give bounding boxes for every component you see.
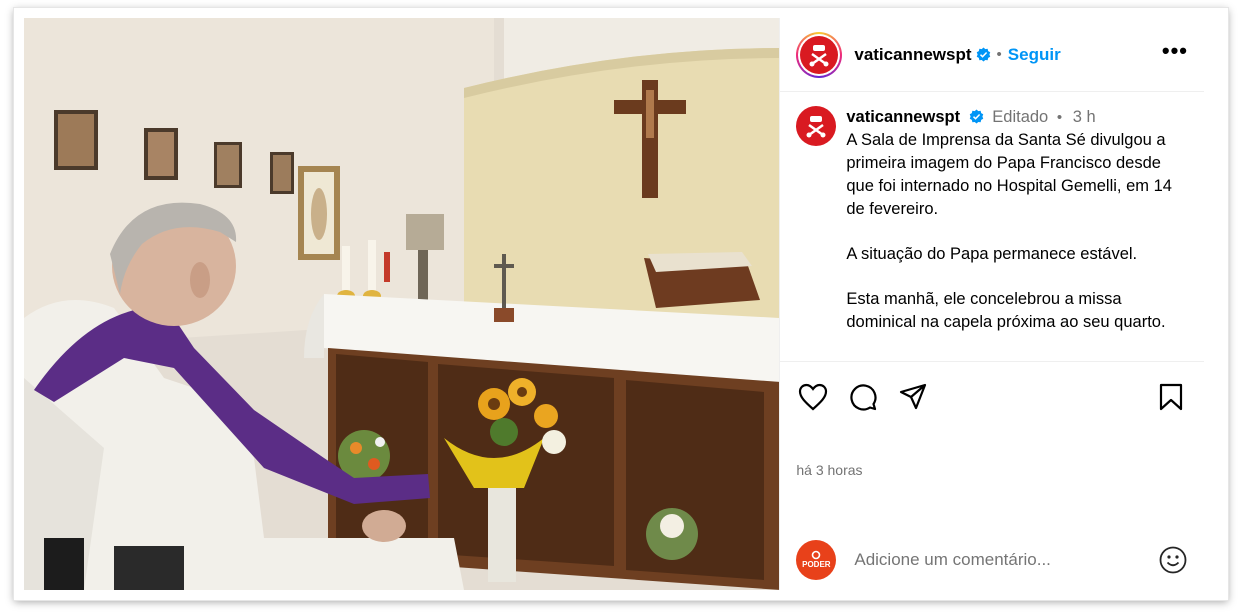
post-side-panel: vaticannewspt • Seguir ••• vaticannewspt…	[779, 18, 1204, 590]
poder-avatar[interactable]: PODER	[796, 539, 837, 580]
edited-label: Editado	[992, 108, 1049, 126]
vatican-news-logo	[800, 35, 839, 74]
smiley-icon[interactable]	[1158, 545, 1188, 575]
avatar-inner	[798, 33, 841, 76]
post-photo[interactable]	[24, 18, 780, 590]
follow-button[interactable]: Seguir	[1008, 45, 1061, 65]
caption-paragraph: Esta manhã, ele concelebrou a missa domi…	[846, 290, 1166, 331]
header-username[interactable]: vaticannewspt	[854, 45, 971, 65]
bookmark-icon[interactable]	[1154, 380, 1188, 414]
vatican-keys-icon	[809, 44, 829, 66]
post-header: vaticannewspt • Seguir •••	[780, 18, 1204, 92]
paper-plane-icon[interactable]	[896, 380, 930, 414]
caption-separator: •	[1056, 109, 1063, 126]
post-age[interactable]: 3 h	[1073, 108, 1096, 126]
caption-username[interactable]: vaticannewspt	[846, 108, 960, 126]
poder-avatar-text: PODER	[802, 560, 831, 569]
more-options-icon[interactable]: •••	[1162, 39, 1188, 64]
post-timestamp[interactable]: há 3 horas	[780, 462, 1204, 510]
comment-bubble-icon[interactable]	[846, 380, 880, 414]
chapel-photo-illustration	[24, 18, 780, 590]
screenshot-frame: vaticannewspt • Seguir ••• vaticannewspt…	[14, 8, 1228, 600]
poder-logo-icon	[812, 550, 821, 560]
caption-section: vaticannewspt Editado • 3 h A Sala de Im…	[780, 92, 1204, 362]
caption-body: vaticannewspt Editado • 3 h A Sala de Im…	[846, 106, 1188, 361]
comment-input[interactable]	[852, 548, 1158, 571]
story-ring-avatar[interactable]	[796, 31, 843, 78]
instagram-post: vaticannewspt • Seguir ••• vaticannewspt…	[24, 18, 1204, 590]
heart-icon[interactable]	[796, 380, 830, 414]
caption-meta: vaticannewspt Editado • 3 h	[846, 106, 1188, 129]
verified-badge-icon	[976, 47, 990, 62]
caption-avatar[interactable]	[796, 106, 837, 146]
header-separator: •	[996, 46, 1002, 63]
likes-area	[780, 432, 1204, 462]
caption-paragraph: A situação do Papa permanece estável.	[846, 245, 1138, 263]
action-bar	[780, 362, 1204, 432]
caption-paragraph: A Sala de Imprensa da Santa Sé divulgou …	[846, 131, 1172, 218]
vatican-keys-icon	[806, 116, 826, 138]
comment-composer: PODER	[780, 528, 1204, 590]
verified-badge-icon	[969, 109, 983, 124]
